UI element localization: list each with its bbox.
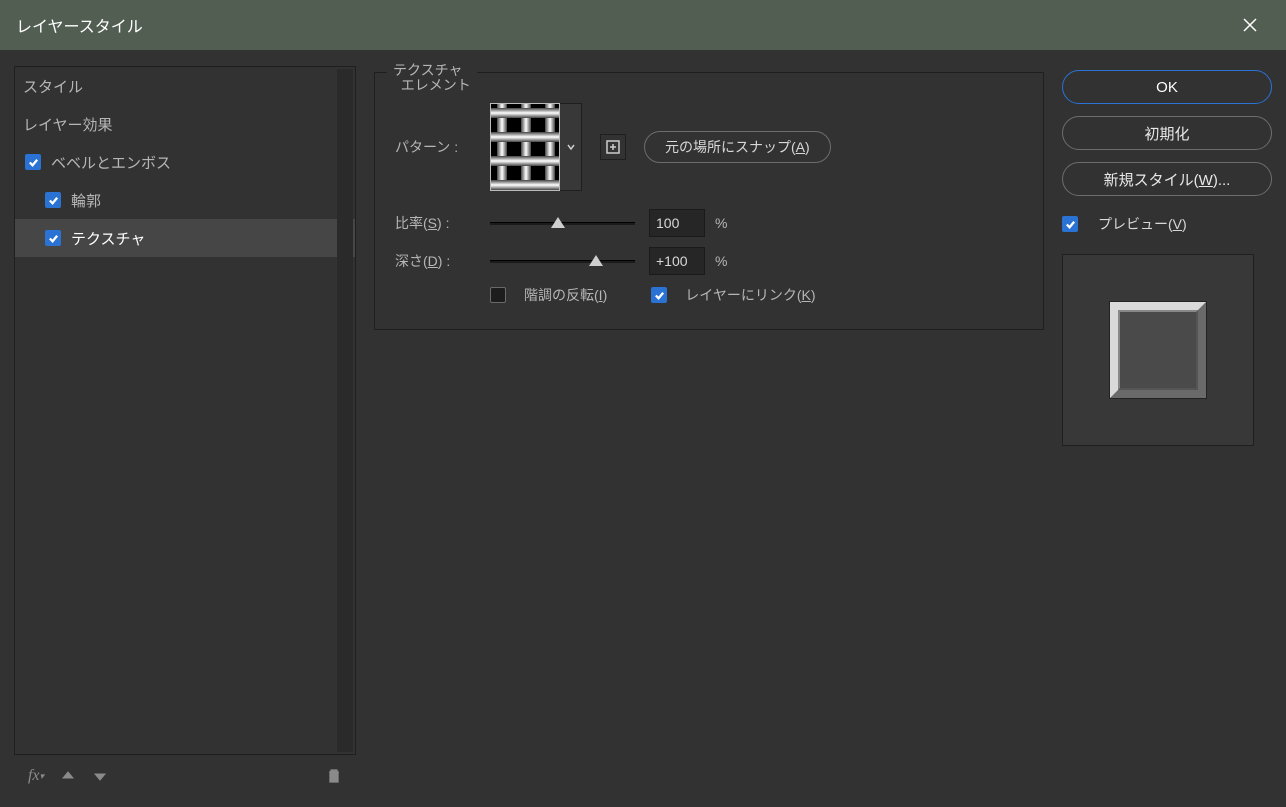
depth-input[interactable] [649, 247, 705, 275]
move-down-icon[interactable] [90, 766, 110, 786]
pattern-picker[interactable] [490, 103, 582, 191]
scrollbar[interactable] [337, 69, 353, 752]
move-up-icon[interactable] [58, 766, 78, 786]
ok-button[interactable]: OK [1062, 70, 1272, 104]
depth-row: 深さ(D) : % [395, 247, 1023, 275]
sidebar-item-label: 輪郭 [71, 190, 101, 211]
chevron-down-icon [566, 142, 576, 152]
checkbox-row: 階調の反転(I) レイヤーにリンク(K) [490, 285, 1023, 305]
blending-heading-label: レイヤー効果 [23, 114, 113, 135]
snap-to-origin-button[interactable]: 元の場所にスナップ(A) [644, 131, 831, 163]
dialog-title: レイヤースタイル [16, 13, 143, 37]
checkbox-contour[interactable] [45, 192, 61, 208]
link-checkbox[interactable] [651, 287, 667, 303]
scale-slider[interactable] [490, 213, 635, 233]
close-icon [1243, 18, 1257, 32]
preview-checkbox-row[interactable]: プレビュー(V) [1062, 214, 1272, 234]
depth-label: 深さ(D) : [395, 251, 490, 271]
right-column: OK 初期化 新規スタイル(W)... プレビュー(V) [1062, 66, 1272, 797]
close-button[interactable] [1230, 5, 1270, 45]
styles-heading[interactable]: スタイル [15, 67, 355, 105]
depth-slider[interactable] [490, 251, 635, 271]
sidebar-item-bevel[interactable]: ベベルとエンボス [15, 143, 355, 181]
fieldset-legend: テクスチャ エレメント [387, 63, 477, 94]
new-style-button[interactable]: 新規スタイル(W)... [1062, 162, 1272, 196]
link-label: レイヤーにリンク(K) [685, 285, 815, 305]
pattern-dropdown-arrow[interactable] [560, 103, 582, 191]
pattern-row: パターン : [395, 103, 1023, 191]
plus-in-box-icon [606, 140, 620, 154]
texture-fieldset: テクスチャ エレメント パターン : [374, 72, 1044, 330]
sidebar-item-contour[interactable]: 輪郭 [15, 181, 355, 219]
preview-checkbox[interactable] [1062, 216, 1078, 232]
pattern-label: パターン : [395, 137, 490, 157]
pattern-swatch [490, 103, 560, 191]
left-column: スタイル レイヤー効果 ベベルとエンボス 輪郭 テクスチャ [14, 66, 356, 797]
reset-button[interactable]: 初期化 [1062, 116, 1272, 150]
fx-menu-icon[interactable]: fx▾ [26, 766, 46, 786]
invert-checkbox-row[interactable]: 階調の反転(I) [490, 285, 607, 305]
blending-heading[interactable]: レイヤー効果 [15, 105, 355, 143]
sidebar-item-label: ベベルとエンボス [51, 152, 171, 173]
preview-swatch [1110, 302, 1206, 398]
invert-checkbox[interactable] [490, 287, 506, 303]
scale-label: 比率(S) : [395, 213, 490, 233]
preview-box [1062, 254, 1254, 446]
link-checkbox-row[interactable]: レイヤーにリンク(K) [651, 285, 815, 305]
invert-label: 階調の反転(I) [524, 285, 607, 305]
sidebar-item-label: テクスチャ [71, 228, 145, 249]
preview-label: プレビュー(V) [1098, 214, 1187, 234]
scale-row: 比率(S) : % [395, 209, 1023, 237]
checkbox-bevel[interactable] [25, 154, 41, 170]
scale-unit: % [715, 215, 727, 231]
styles-heading-label: スタイル [23, 76, 83, 97]
depth-unit: % [715, 253, 727, 269]
scale-input[interactable] [649, 209, 705, 237]
settings-panel: テクスチャ エレメント パターン : [374, 66, 1044, 797]
sidebar-item-texture[interactable]: テクスチャ [15, 219, 355, 257]
list-footer: fx▾ [14, 755, 356, 797]
layer-style-dialog: レイヤースタイル スタイル レイヤー効果 ベベルとエンボス [0, 0, 1286, 807]
dialog-body: スタイル レイヤー効果 ベベルとエンボス 輪郭 テクスチャ [0, 50, 1286, 807]
titlebar: レイヤースタイル [0, 0, 1286, 50]
trash-icon[interactable] [324, 766, 344, 786]
checkbox-texture[interactable] [45, 230, 61, 246]
new-preset-button[interactable] [600, 134, 626, 160]
styles-list: スタイル レイヤー効果 ベベルとエンボス 輪郭 テクスチャ [14, 66, 356, 755]
